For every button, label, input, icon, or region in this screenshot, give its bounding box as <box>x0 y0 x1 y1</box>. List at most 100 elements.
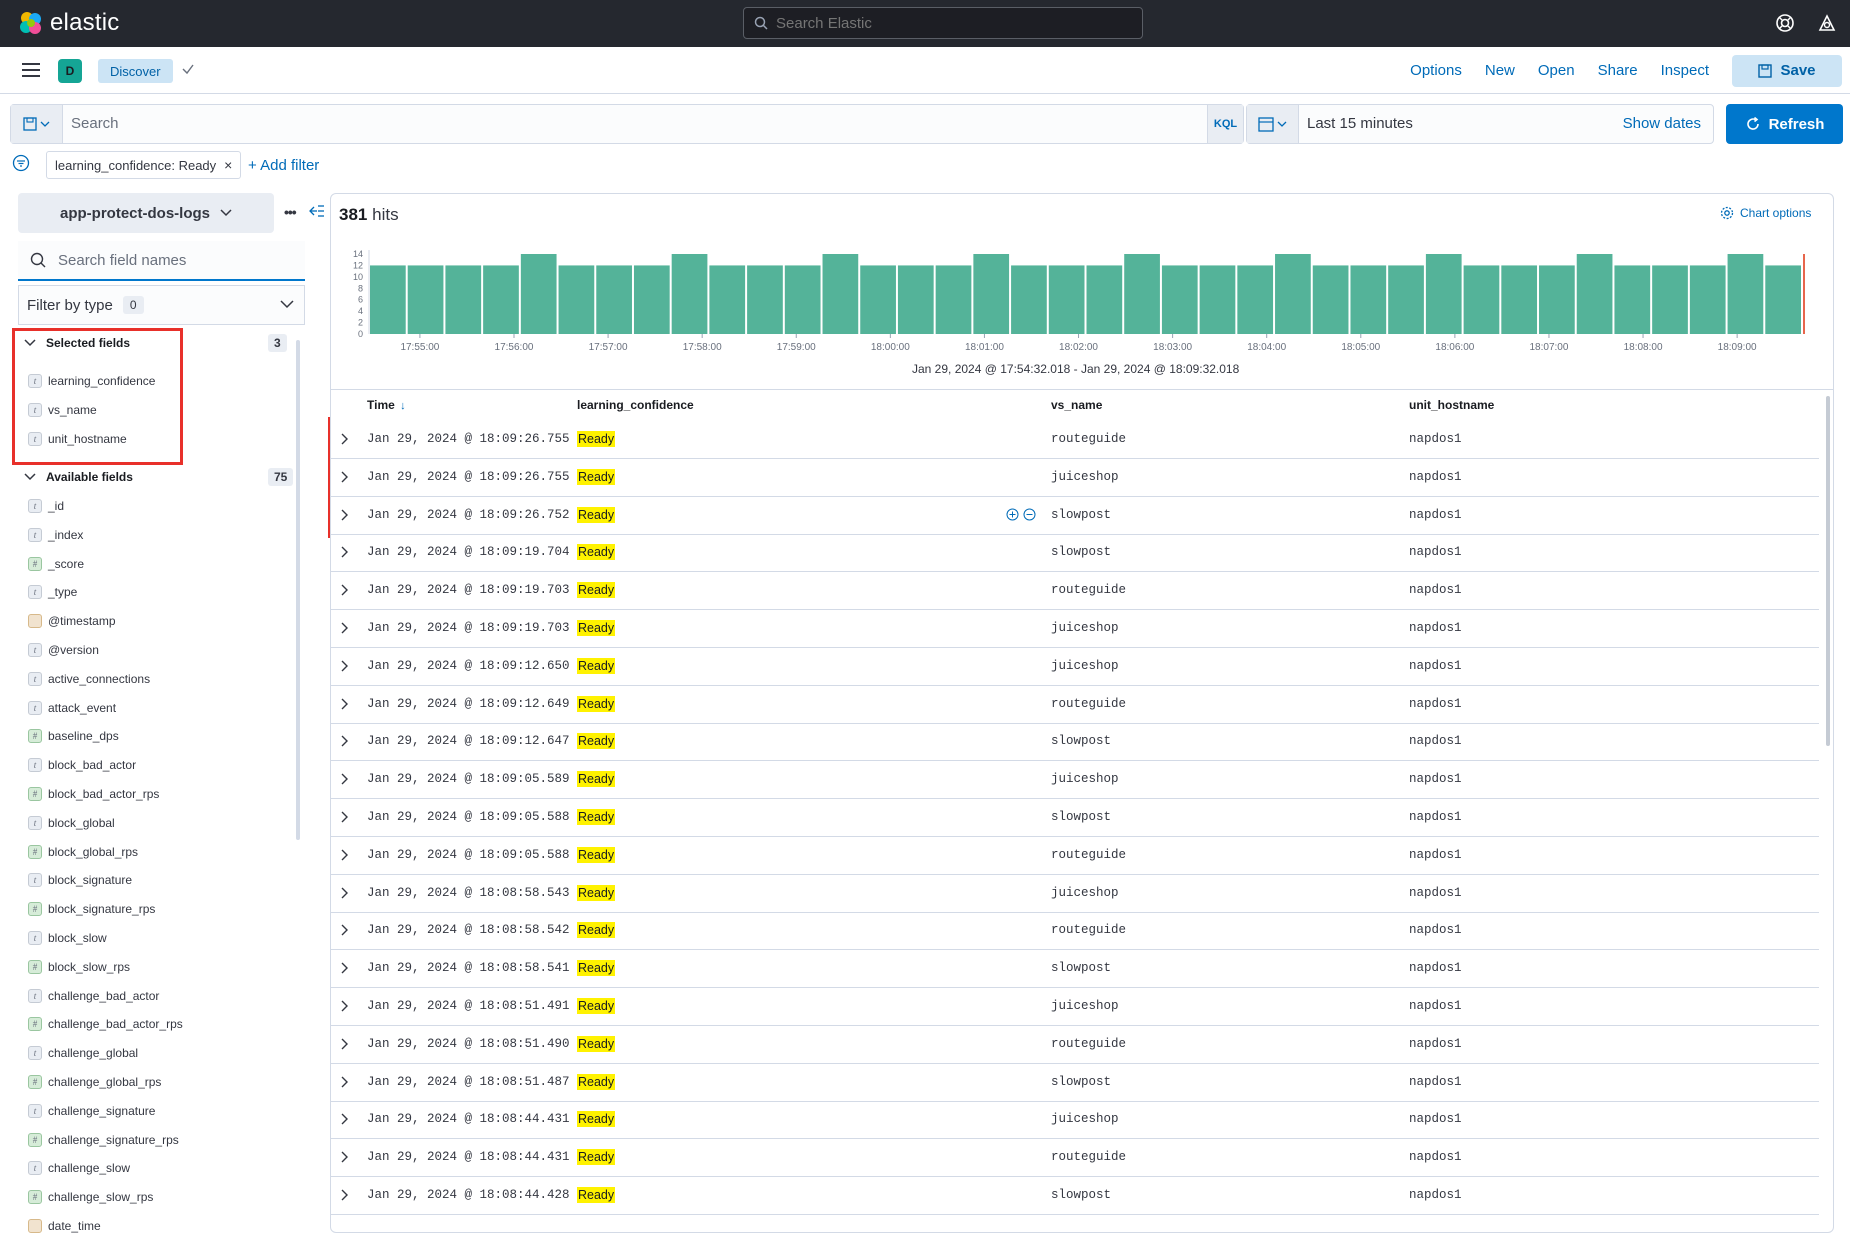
field-item[interactable]: # _score <box>28 554 84 574</box>
chevron-right-icon[interactable] <box>341 660 349 672</box>
histogram-bar[interactable] <box>407 265 444 334</box>
menu-icon[interactable] <box>22 63 40 77</box>
filter-out-value-icon[interactable] <box>1023 508 1036 521</box>
histogram-bar[interactable] <box>445 265 482 334</box>
histogram-bar[interactable] <box>1689 265 1726 334</box>
table-row[interactable]: Jan 29, 2024 @ 18:08:58.542 Ready routegui… <box>331 912 1819 951</box>
field-item[interactable]: # block_slow_rps <box>28 957 130 977</box>
close-icon[interactable]: × <box>224 157 232 173</box>
chevron-right-icon[interactable] <box>341 584 349 596</box>
table-row[interactable]: Jan 29, 2024 @ 18:09:19.704 Ready slowpost… <box>331 534 1819 573</box>
histogram-bar[interactable] <box>1576 254 1613 334</box>
column-header-unit-hostname[interactable]: unit_hostname <box>1409 398 1494 412</box>
chevron-right-icon[interactable] <box>341 471 349 483</box>
chevron-right-icon[interactable] <box>341 887 349 899</box>
saved-query-menu[interactable] <box>11 105 63 143</box>
field-item[interactable]: t active_connections <box>28 669 150 689</box>
chevron-right-icon[interactable] <box>341 1038 349 1050</box>
field-item[interactable]: # block_global_rps <box>28 842 138 862</box>
chevron-right-icon[interactable] <box>341 924 349 936</box>
filter-pill[interactable]: learning_confidence: Ready × <box>46 151 242 179</box>
elastic-logo[interactable]: elastic <box>18 9 119 36</box>
add-filter-button[interactable]: + Add filter <box>248 157 319 174</box>
newsfeed-icon[interactable] <box>1816 12 1838 34</box>
index-pattern-selector[interactable]: app-protect-dos-logs <box>18 193 274 233</box>
save-button[interactable]: Save <box>1732 54 1842 87</box>
available-fields-header[interactable]: Available fields <box>24 467 133 487</box>
histogram-bar[interactable] <box>897 265 934 334</box>
sidebar-scrollbar[interactable] <box>296 340 300 840</box>
field-item[interactable]: t block_slow <box>28 928 107 948</box>
breadcrumb-discover[interactable]: Discover <box>98 59 173 83</box>
filter-options-icon[interactable] <box>12 154 30 172</box>
histogram-chart[interactable]: 02 46 810 1214 17:55:00 17:56:00 17:57:00 17:58… <box>340 248 1810 360</box>
field-item[interactable]: # block_signature_rps <box>28 899 155 919</box>
histogram-bar[interactable] <box>860 265 896 334</box>
space-avatar[interactable]: D <box>58 59 82 83</box>
field-item[interactable]: t challenge_global <box>28 1043 138 1063</box>
open-link[interactable]: Open <box>1538 62 1575 79</box>
chevron-right-icon[interactable] <box>341 622 349 634</box>
table-row[interactable]: Jan 29, 2024 @ 18:09:12.650 Ready juicesho… <box>331 648 1819 686</box>
table-row[interactable]: Jan 29, 2024 @ 18:08:44.428 Ready slowpost… <box>331 1177 1819 1215</box>
histogram-bar[interactable] <box>483 265 519 334</box>
help-icon[interactable] <box>1774 12 1796 34</box>
field-item[interactable]: # challenge_signature_rps <box>28 1130 179 1150</box>
chevron-right-icon[interactable] <box>341 509 349 521</box>
field-item[interactable]: t block_global <box>28 813 115 833</box>
column-header-learning-confidence[interactable]: learning_confidence <box>577 398 694 412</box>
table-row[interactable]: Jan 29, 2024 @ 18:08:51.490 Ready routegui… <box>331 1026 1819 1064</box>
chevron-right-icon[interactable] <box>341 962 349 974</box>
histogram-bar[interactable] <box>1237 265 1274 334</box>
collapse-sidebar-icon[interactable] <box>309 204 325 218</box>
chevron-right-icon[interactable] <box>341 433 349 445</box>
chevron-right-icon[interactable] <box>341 1113 349 1125</box>
field-search-input[interactable]: Search field names <box>18 241 305 281</box>
field-item[interactable]: # challenge_slow_rps <box>28 1187 153 1207</box>
histogram-bar[interactable] <box>784 265 821 334</box>
more-options-icon[interactable]: ••• <box>284 204 297 220</box>
histogram-bar[interactable] <box>1614 265 1651 334</box>
chart-options-button[interactable]: Chart options <box>1720 206 1811 220</box>
histogram-bar[interactable] <box>1011 265 1047 334</box>
sort-down-icon[interactable]: ↓ <box>400 400 406 412</box>
chevron-right-icon[interactable] <box>341 546 349 558</box>
histogram-bar[interactable] <box>973 254 1010 334</box>
show-dates-button[interactable]: Show dates <box>1623 105 1701 143</box>
histogram-bar[interactable] <box>1312 265 1349 334</box>
histogram-bar[interactable] <box>1501 265 1538 334</box>
table-row[interactable]: Jan 29, 2024 @ 18:09:19.703 Ready juicesho… <box>331 610 1819 648</box>
field-item[interactable]: t _index <box>28 525 83 545</box>
table-row[interactable]: Jan 29, 2024 @ 18:09:26.755 Ready juicesho… <box>331 459 1819 497</box>
field-item[interactable]: date_time <box>28 1216 101 1236</box>
histogram-bar[interactable] <box>747 265 783 334</box>
histogram-bar[interactable] <box>633 265 670 334</box>
column-header-time[interactable]: Time ↓ <box>367 398 406 412</box>
field-item[interactable]: # baseline_dps <box>28 726 119 746</box>
table-row[interactable]: Jan 29, 2024 @ 18:09:05.588 Ready slowpost… <box>331 799 1819 837</box>
new-link[interactable]: New <box>1485 62 1515 79</box>
refresh-button[interactable]: Refresh <box>1726 104 1843 144</box>
results-scrollbar[interactable] <box>1826 396 1830 746</box>
field-item[interactable]: t block_bad_actor <box>28 755 136 775</box>
histogram-bar[interactable] <box>558 265 595 334</box>
histogram-bar[interactable] <box>1765 265 1801 334</box>
table-row[interactable]: Jan 29, 2024 @ 18:09:12.649 Ready routegui… <box>331 686 1819 724</box>
global-search-input[interactable] <box>743 7 1143 39</box>
table-row[interactable]: Jan 29, 2024 @ 18:08:58.543 Ready juicesho… <box>331 875 1819 913</box>
chevron-right-icon[interactable] <box>341 1076 349 1088</box>
histogram-bar[interactable] <box>1350 265 1387 334</box>
table-row[interactable]: Jan 29, 2024 @ 18:09:12.647 Ready slowpost… <box>331 723 1819 762</box>
histogram-bar[interactable] <box>1539 265 1575 334</box>
histogram-bar[interactable] <box>935 265 972 334</box>
field-item[interactable]: t _type <box>28 582 77 602</box>
chevron-right-icon[interactable] <box>341 1189 349 1201</box>
table-row[interactable]: Jan 29, 2024 @ 18:08:51.487 Ready slowpost… <box>331 1064 1819 1102</box>
chevron-right-icon[interactable] <box>341 849 349 861</box>
histogram-bar[interactable] <box>1199 265 1236 334</box>
field-item[interactable]: # challenge_bad_actor_rps <box>28 1014 183 1034</box>
table-row[interactable]: Jan 29, 2024 @ 18:09:26.755 Ready routegui… <box>331 421 1819 459</box>
table-row[interactable]: Jan 29, 2024 @ 18:08:44.431 Ready juicesho… <box>331 1101 1819 1140</box>
histogram-bar[interactable] <box>1124 254 1160 334</box>
filter-for-value-icon[interactable] <box>1006 508 1019 521</box>
